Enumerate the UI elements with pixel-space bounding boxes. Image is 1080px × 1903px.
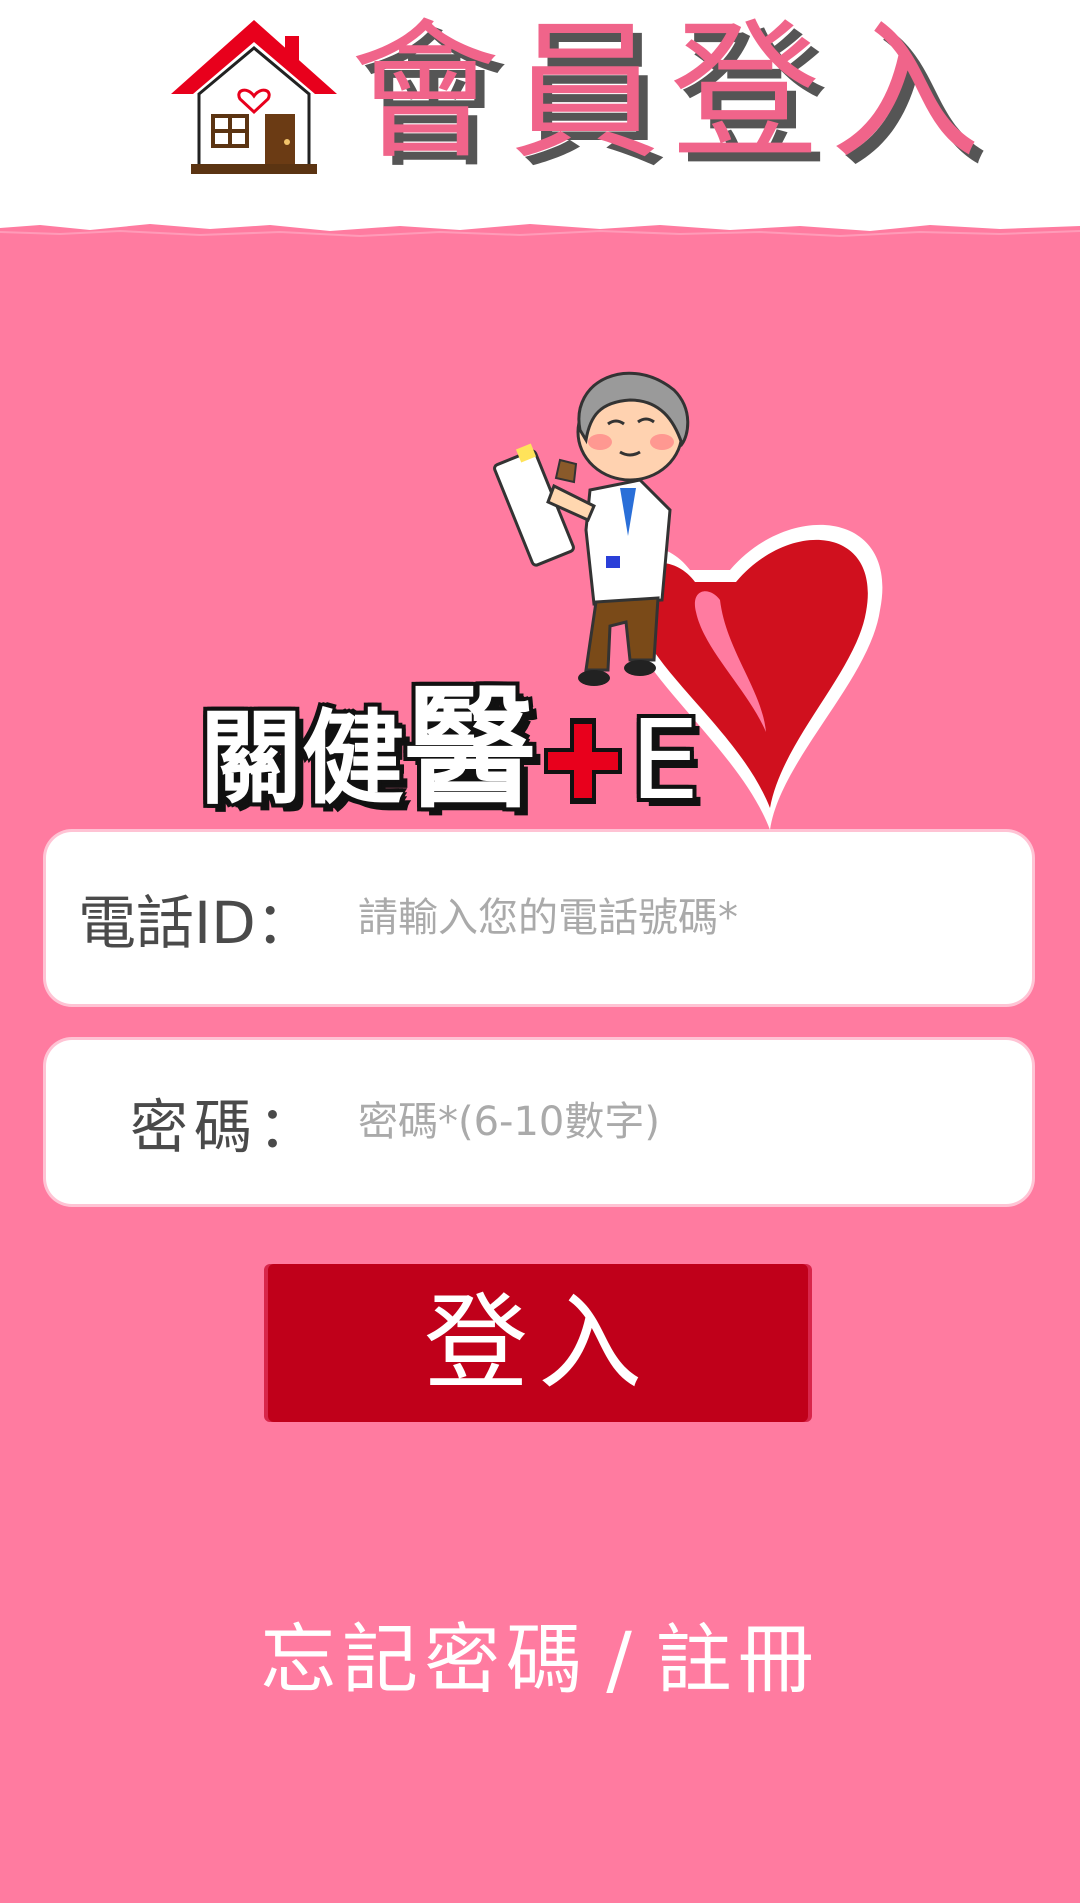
header-bar: 會員登入	[0, 0, 1080, 232]
page-title: 會員登入	[350, 6, 991, 180]
password-label: 密碼：	[130, 1093, 323, 1161]
link-separator: /	[606, 1615, 638, 1704]
phone-field: 電話ID：	[46, 832, 1032, 1004]
brand-logo: 關健 醫 E	[200, 670, 700, 820]
brand-name-yi: 醫	[404, 673, 536, 827]
phone-label: 電話ID：	[78, 889, 314, 957]
brand-name: 關健	[200, 700, 404, 819]
brand-name-e: E	[630, 696, 700, 824]
footer-links: 忘記密碼 / 註冊	[0, 1610, 1080, 1710]
register-link[interactable]: 註冊	[656, 1615, 820, 1704]
phone-input[interactable]	[340, 832, 1032, 1004]
password-field: 密碼：	[46, 1040, 1032, 1204]
home-icon	[171, 20, 337, 174]
red-plus-icon	[544, 718, 622, 804]
login-page: 會員登入 關健 醫 E 電話ID： 請輸入您的電話號碼* 密碼： 登入 忘記密碼…	[0, 0, 1080, 1903]
forgot-password-link[interactable]: 忘記密碼	[260, 1615, 588, 1704]
header-divider	[0, 224, 1080, 244]
password-input[interactable]	[340, 1040, 1032, 1204]
login-button[interactable]: 登入	[268, 1264, 808, 1422]
